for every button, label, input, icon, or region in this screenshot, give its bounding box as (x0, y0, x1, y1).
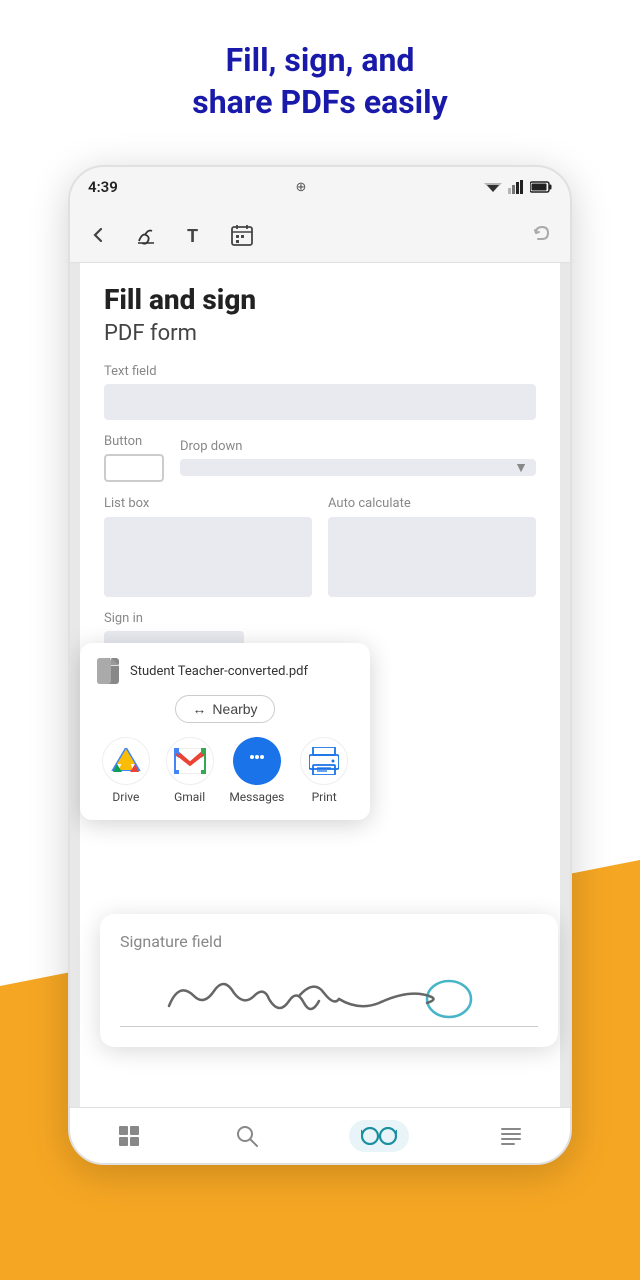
pdf-dropdown-box[interactable]: ▼ (180, 459, 536, 476)
back-button[interactable] (82, 219, 114, 251)
text-icon[interactable]: T (178, 219, 210, 251)
signin-label: Sign in (104, 611, 536, 626)
svg-text:T: T (187, 226, 198, 247)
listbox-autocalc-row: List box Auto calculate (104, 496, 536, 597)
nav-list-button[interactable] (495, 1120, 527, 1152)
bottom-nav (70, 1107, 570, 1163)
signal-icon (508, 180, 524, 194)
listbox-label: List box (104, 496, 312, 511)
status-icons (484, 180, 552, 194)
share-popup: Student Teacher-converted.pdf ↔ Nearby (80, 643, 370, 820)
pdf-area: Fill and sign PDF form Text field Button… (70, 263, 570, 1107)
share-popup-header: Student Teacher-converted.pdf (94, 657, 356, 685)
nearby-icon: ↔ (192, 701, 206, 717)
share-app-messages[interactable]: Messages (229, 737, 284, 804)
nav-search-button[interactable] (231, 1120, 263, 1152)
calendar-icon[interactable] (226, 219, 258, 251)
print-icon (300, 737, 348, 785)
button-label: Button (104, 434, 142, 449)
listbox-box[interactable] (104, 517, 312, 597)
text-field-box[interactable] (104, 384, 536, 420)
nearby-label: Nearby (212, 701, 257, 717)
print-label: Print (312, 790, 337, 804)
status-bar: 4:39 ⊕ (70, 167, 570, 207)
sign-icon[interactable] (130, 219, 162, 251)
share-filename: Student Teacher-converted.pdf (130, 664, 308, 679)
gmail-icon (166, 737, 214, 785)
signature-drawing (120, 961, 538, 1026)
battery-icon (530, 181, 552, 193)
drive-label: Drive (112, 790, 139, 804)
wifi-icon (484, 180, 502, 194)
header-line1: Fill, sign, and (0, 40, 640, 82)
nearby-button[interactable]: ↔ Nearby (175, 695, 274, 723)
share-apps: Drive (94, 737, 356, 804)
gmail-label: Gmail (174, 790, 205, 804)
share-app-print[interactable]: Print (300, 737, 348, 804)
phone-mockup: 4:39 ⊕ (68, 165, 572, 1165)
messages-label: Messages (229, 790, 284, 804)
undo-icon[interactable] (526, 219, 558, 251)
file-icon (94, 657, 122, 685)
status-time: 4:39 (88, 178, 118, 196)
dropdown-label: Drop down (180, 439, 536, 454)
share-app-drive[interactable]: Drive (102, 737, 150, 804)
signature-popup: Signature field (100, 914, 558, 1047)
nav-glasses-button[interactable] (349, 1120, 409, 1152)
button-dropdown-row: Button Drop down ▼ (104, 434, 536, 482)
dropdown-arrow-icon: ▼ (514, 459, 528, 476)
signature-area (120, 961, 538, 1031)
drive-icon (102, 737, 150, 785)
signature-label: Signature field (120, 932, 538, 951)
toolbar: T (70, 207, 570, 263)
pdf-button-box[interactable] (104, 454, 164, 482)
header-line2: share PDFs easily (0, 82, 640, 124)
pdf-title: Fill and sign (104, 283, 536, 317)
nav-grid-button[interactable] (113, 1120, 145, 1152)
pdf-subtitle: PDF form (104, 321, 536, 346)
messages-icon (233, 737, 281, 785)
signature-line (120, 1026, 538, 1027)
autocalc-box[interactable] (328, 517, 536, 597)
nearby-container: ↔ Nearby (94, 695, 356, 723)
autocalc-label: Auto calculate (328, 496, 536, 511)
text-field-label: Text field (104, 364, 536, 379)
share-app-gmail[interactable]: Gmail (166, 737, 214, 804)
status-icon-extra: ⊕ (295, 180, 306, 195)
header-text: Fill, sign, and share PDFs easily (0, 40, 640, 123)
